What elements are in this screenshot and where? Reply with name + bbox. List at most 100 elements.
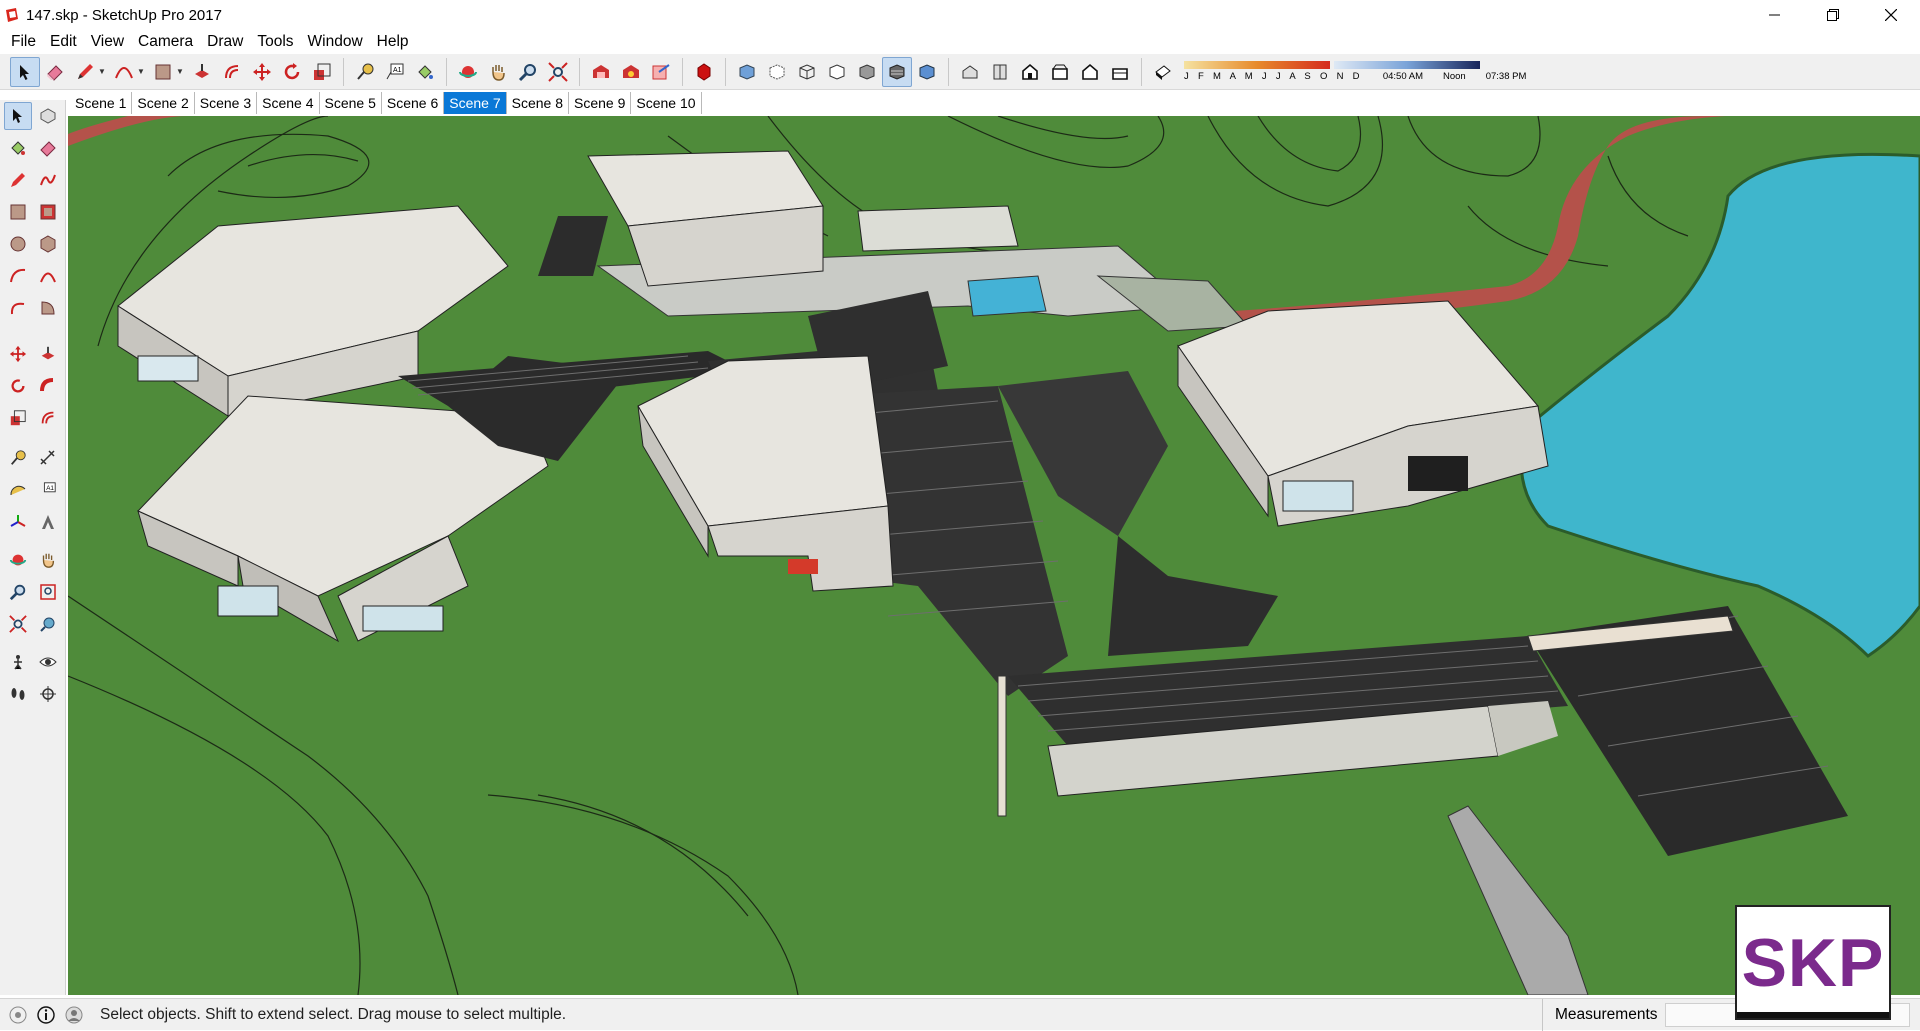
- lt-protractor-button[interactable]: [4, 476, 32, 504]
- extension-warehouse-button[interactable]: [616, 57, 646, 87]
- select-tool-button[interactable]: [10, 56, 40, 87]
- time-slider[interactable]: [1334, 61, 1480, 69]
- tab-scene-9[interactable]: Scene 9: [569, 91, 632, 114]
- model-viewport[interactable]: [68, 116, 1920, 995]
- lt-follow-me-button[interactable]: [34, 372, 62, 400]
- lt-axes-button[interactable]: [4, 508, 32, 536]
- lt-pie-button[interactable]: [34, 294, 62, 322]
- zoom-extents-button[interactable]: [543, 57, 573, 87]
- tab-scene-4[interactable]: Scene 4: [257, 91, 320, 114]
- rotate-tool-button[interactable]: [277, 57, 307, 87]
- scale-tool-button[interactable]: [307, 57, 337, 87]
- shaded-textures-style-button[interactable]: [882, 56, 912, 87]
- lt-eraser-button[interactable]: [34, 134, 62, 162]
- menu-edit[interactable]: Edit: [43, 33, 84, 51]
- tab-scene-5[interactable]: Scene 5: [319, 91, 382, 114]
- lt-previous-view-button[interactable]: [34, 610, 62, 638]
- arc-tool-button[interactable]: [109, 57, 139, 87]
- back-view-button[interactable]: [1075, 57, 1105, 87]
- user-sign-in-status[interactable]: [64, 1005, 84, 1025]
- lt-select-button[interactable]: [4, 102, 32, 130]
- lt-paint-bucket-button[interactable]: [4, 134, 32, 162]
- push-pull-tool-button[interactable]: [187, 57, 217, 87]
- lt-orbit-button[interactable]: [4, 546, 32, 574]
- tab-scene-2[interactable]: Scene 2: [132, 91, 195, 114]
- hidden-line-style-button[interactable]: [822, 57, 852, 87]
- move-tool-button[interactable]: [247, 57, 277, 87]
- lt-3d-text-button[interactable]: [34, 508, 62, 536]
- eraser-tool-button[interactable]: [40, 57, 70, 87]
- tab-scene-8[interactable]: Scene 8: [506, 91, 569, 114]
- offset-tool-button[interactable]: [217, 57, 247, 87]
- menu-file[interactable]: File: [4, 33, 43, 51]
- lt-position-camera-button[interactable]: [4, 648, 32, 676]
- lt-pan-button[interactable]: [34, 546, 62, 574]
- tab-scene-1[interactable]: Scene 1: [70, 91, 133, 114]
- shape-tool-button[interactable]: [148, 57, 178, 87]
- menu-view[interactable]: View: [84, 33, 131, 51]
- close-button[interactable]: [1862, 0, 1920, 30]
- lt-scale-button[interactable]: [4, 404, 32, 432]
- lt-freehand-button[interactable]: [34, 166, 62, 194]
- left-view-button[interactable]: [1105, 57, 1135, 87]
- back-edges-style-button[interactable]: [762, 57, 792, 87]
- restore-button[interactable]: [1804, 0, 1862, 30]
- lt-dimension-button[interactable]: [34, 444, 62, 472]
- lt-push-pull-button[interactable]: [34, 340, 62, 368]
- tab-scene-7[interactable]: Scene 7: [444, 91, 507, 114]
- lt-rotated-rectangle-button[interactable]: [34, 198, 62, 226]
- geo-location-status[interactable]: [8, 1005, 28, 1025]
- iso-view-button[interactable]: [955, 57, 985, 87]
- menu-draw[interactable]: Draw: [200, 33, 250, 51]
- monochrome-style-button[interactable]: [912, 57, 942, 87]
- xray-style-button[interactable]: [732, 57, 762, 87]
- tab-scene-6[interactable]: Scene 6: [381, 91, 445, 114]
- tab-scene-10[interactable]: Scene 10: [631, 91, 702, 114]
- extension-manager-button[interactable]: [689, 57, 719, 87]
- tab-scene-3[interactable]: Scene 3: [194, 91, 258, 114]
- date-slider[interactable]: [1184, 61, 1330, 69]
- lt-walk-button[interactable]: [4, 680, 32, 708]
- wireframe-style-button[interactable]: [792, 57, 822, 87]
- lt-move-button[interactable]: [4, 340, 32, 368]
- lt-section-plane-button[interactable]: [34, 680, 62, 708]
- paint-bucket-button[interactable]: [410, 57, 440, 87]
- right-view-button[interactable]: [1045, 57, 1075, 87]
- menu-window[interactable]: Window: [301, 33, 370, 51]
- lt-rectangle-button[interactable]: [4, 198, 32, 226]
- 3d-warehouse-button[interactable]: [586, 57, 616, 87]
- lt-rotate-button[interactable]: [4, 372, 32, 400]
- lt-polygon-button[interactable]: [34, 230, 62, 258]
- lt-zoom-button[interactable]: [4, 578, 32, 606]
- lt-zoom-extents-button[interactable]: [4, 610, 32, 638]
- top-view-button[interactable]: [985, 57, 1015, 87]
- lt-circle-button[interactable]: [4, 230, 32, 258]
- lt-three-point-arc-button[interactable]: [4, 294, 32, 322]
- front-view-button[interactable]: [1015, 57, 1045, 87]
- menu-camera[interactable]: Camera: [131, 33, 200, 51]
- orbit-tool-button[interactable]: [453, 57, 483, 87]
- lt-text-button[interactable]: A1: [34, 476, 62, 504]
- shape-dropdown-arrow[interactable]: ▼: [176, 67, 184, 76]
- lt-make-component-button[interactable]: [34, 102, 62, 130]
- shadow-sliders[interactable]: [1184, 61, 1526, 69]
- lt-tape-measure-button[interactable]: [4, 444, 32, 472]
- zoom-tool-button[interactable]: [513, 57, 543, 87]
- lt-offset-button[interactable]: [34, 404, 62, 432]
- credits-status[interactable]: [36, 1005, 56, 1025]
- layout-send-button[interactable]: [646, 57, 676, 87]
- minimize-button[interactable]: [1746, 0, 1804, 30]
- line-tool-button[interactable]: [70, 57, 100, 87]
- arc-dropdown-arrow[interactable]: ▼: [137, 67, 145, 76]
- lt-look-around-button[interactable]: [34, 648, 62, 676]
- lt-line-button[interactable]: [4, 166, 32, 194]
- lt-arc-button[interactable]: [4, 262, 32, 290]
- lt-zoom-window-button[interactable]: [34, 578, 62, 606]
- line-dropdown-arrow[interactable]: ▼: [98, 67, 106, 76]
- tape-measure-button[interactable]: [350, 57, 380, 87]
- shaded-style-button[interactable]: [852, 57, 882, 87]
- menu-help[interactable]: Help: [370, 33, 416, 51]
- lt-two-point-arc-button[interactable]: [34, 262, 62, 290]
- text-tool-button[interactable]: A1: [380, 57, 410, 87]
- pan-tool-button[interactable]: [483, 57, 513, 87]
